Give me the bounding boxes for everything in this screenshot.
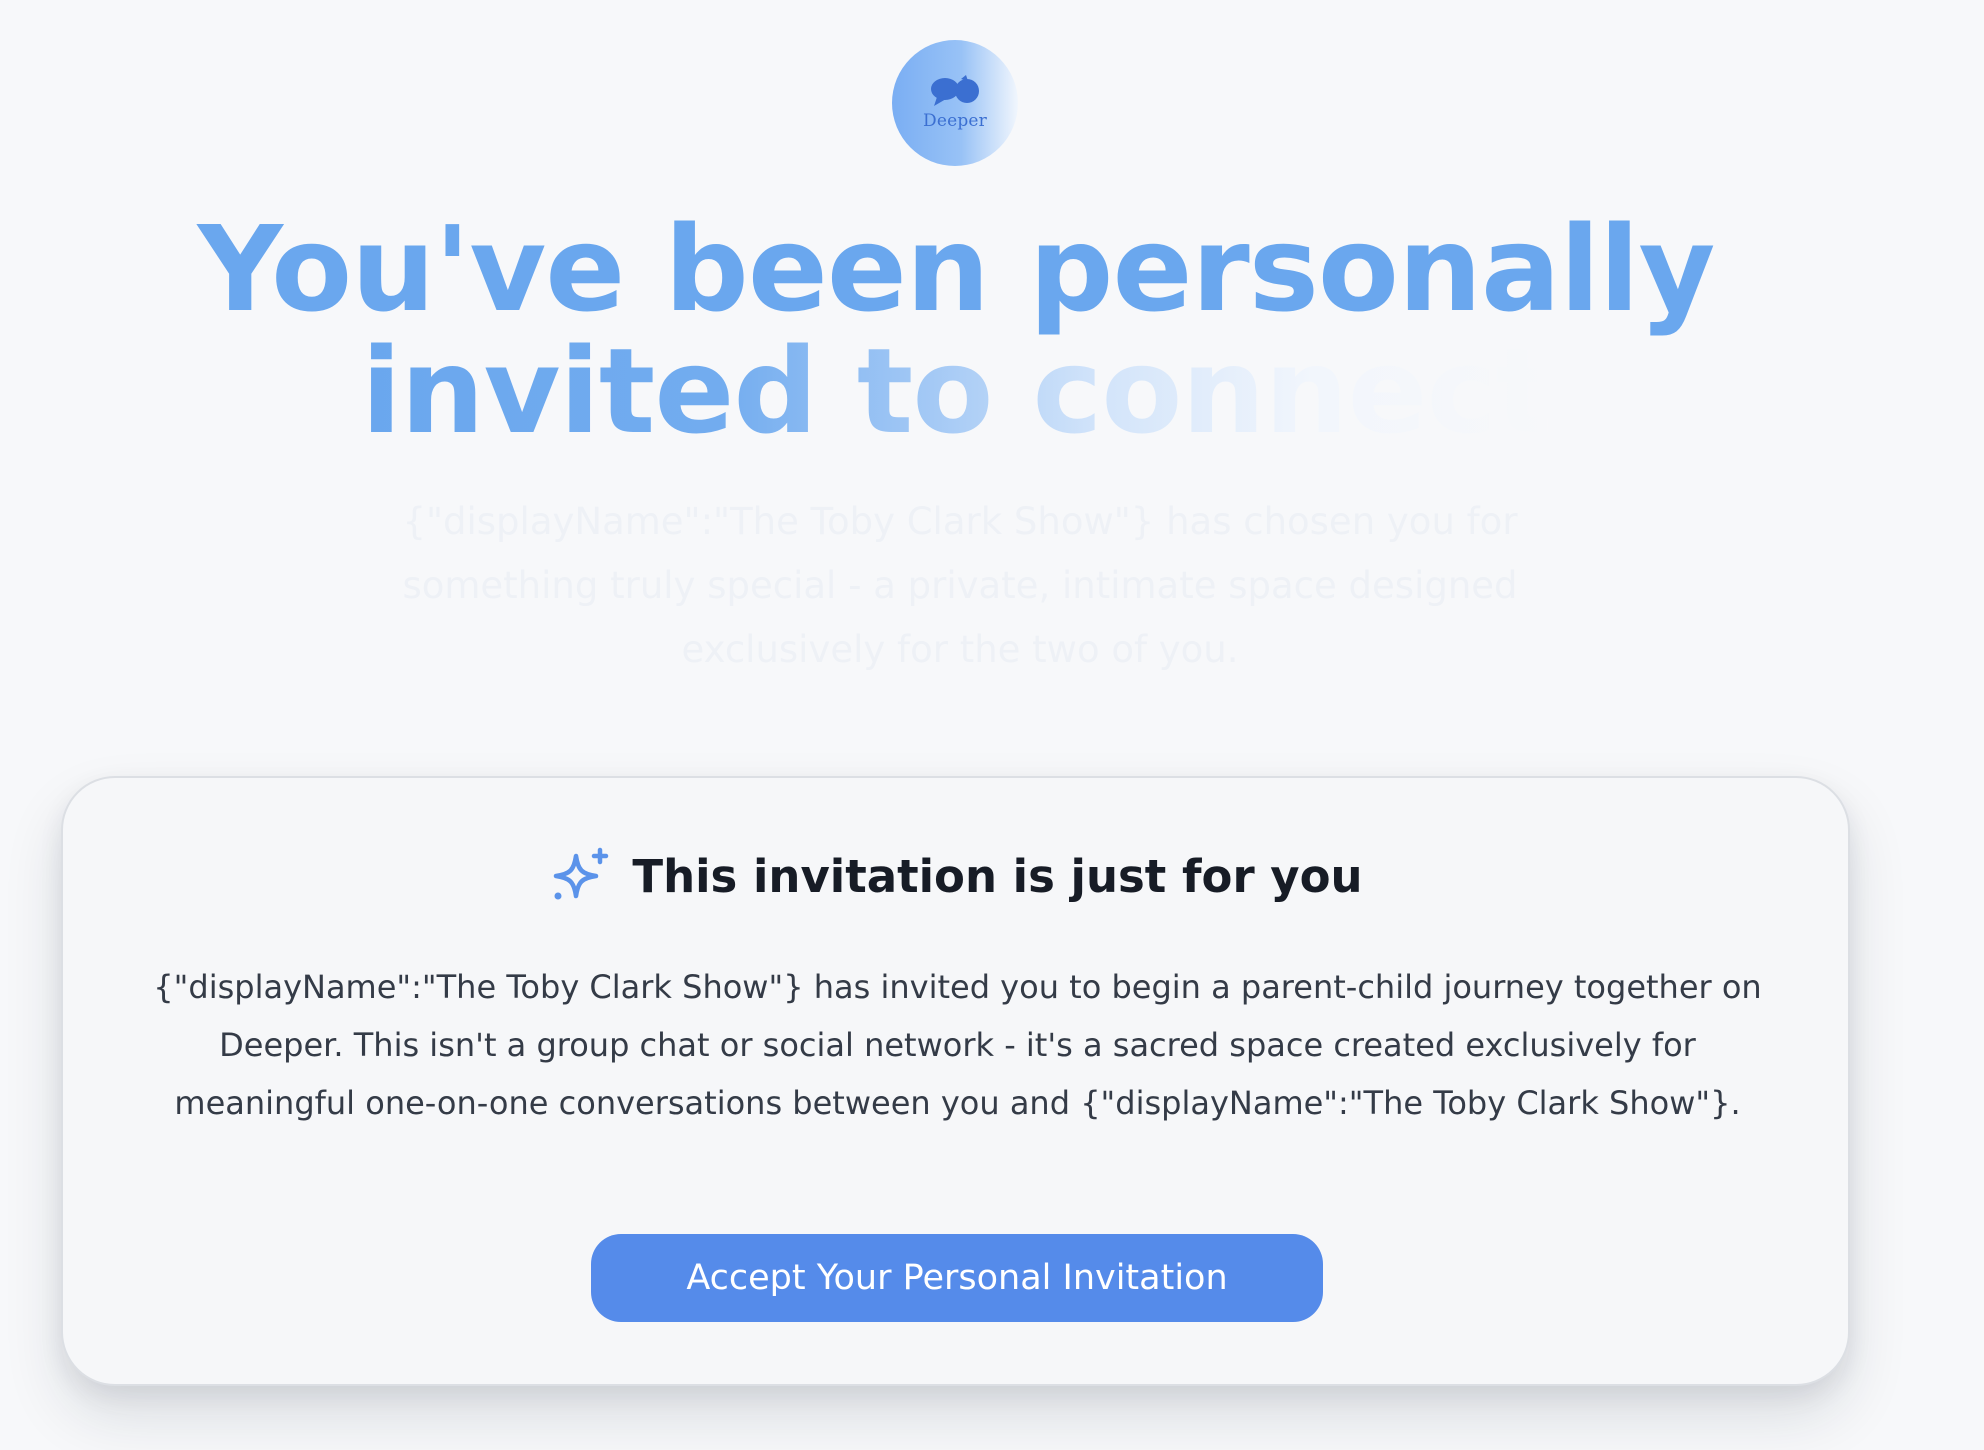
card-header: This invitation is just for you <box>63 846 1848 908</box>
accept-invitation-button[interactable]: Accept Your Personal Invitation <box>591 1234 1323 1322</box>
card-body-text: {"displayName":"The Toby Clark Show"} ha… <box>153 968 1762 1122</box>
speech-bubbles-icon <box>931 75 979 106</box>
hero-subtitle: {"displayName":"The Toby Clark Show"} ha… <box>402 500 1518 671</box>
invitation-card: This invitation is just for you {"displa… <box>61 776 1850 1386</box>
deeper-logo: Deeper <box>892 40 1018 166</box>
logo-text: Deeper <box>922 111 988 131</box>
card-title: This invitation is just for you <box>632 850 1363 903</box>
hero-title: You've been personally invited to connec… <box>0 208 1912 452</box>
hero-title-line1: You've been personally <box>197 200 1716 338</box>
hero-title-line2: invited to connect <box>361 322 1552 460</box>
sparkle-icon <box>554 847 609 900</box>
